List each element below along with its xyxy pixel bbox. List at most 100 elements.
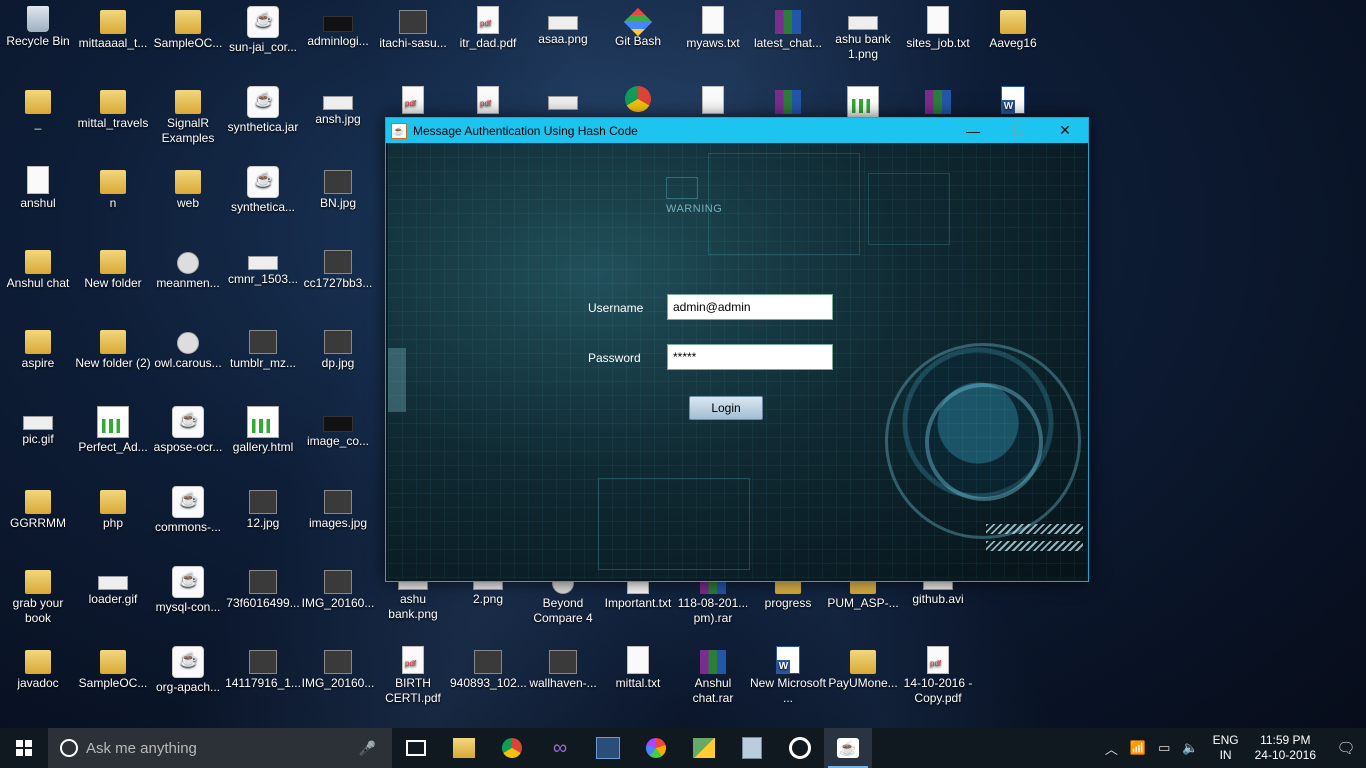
desktop-icon[interactable]: n (75, 166, 151, 211)
desktop-icon[interactable]: IMG_20160... (300, 566, 376, 611)
desktop-icon[interactable]: mittal.txt (600, 646, 676, 691)
microphone-icon[interactable]: 🎤 (359, 740, 376, 757)
maximize-button[interactable]: ☐ (996, 118, 1042, 143)
taskbar-file-explorer[interactable] (440, 728, 488, 768)
desktop-icon-label: 14-10-2016 - Copy.pdf (903, 676, 973, 705)
desktop-icon[interactable]: php (75, 486, 151, 531)
desktop-icon[interactable]: synthetica.jar (225, 86, 301, 135)
desktop-icon[interactable]: pic.gif (0, 406, 76, 447)
desktop-icon[interactable]: sites_job.txt (900, 6, 976, 51)
desktop-icon[interactable]: tumblr_mz... (225, 326, 301, 371)
desktop-icon[interactable]: owl.carous... (150, 326, 226, 371)
taskbar-ssms[interactable] (584, 728, 632, 768)
desktop-icon[interactable]: image_co... (300, 406, 376, 449)
desktop-icon[interactable]: itachi-sasu... (375, 6, 451, 51)
desktop-icon[interactable]: commons-... (150, 486, 226, 535)
desktop-icon[interactable]: 12.jpg (225, 486, 301, 531)
password-field[interactable] (667, 344, 833, 370)
desktop-icon[interactable]: javadoc (0, 646, 76, 691)
desktop-icon[interactable] (450, 86, 526, 116)
window-titlebar[interactable]: ☕ Message Authentication Using Hash Code… (386, 118, 1088, 143)
desktop-icon[interactable] (600, 86, 676, 114)
desktop-icon[interactable] (975, 86, 1051, 116)
desktop-icon[interactable]: meanmen... (150, 246, 226, 291)
desktop-icon[interactable]: ashu bank 1.png (825, 6, 901, 62)
battery-icon[interactable]: ▭ (1158, 740, 1170, 756)
desktop-icon[interactable]: SignalR Examples (150, 86, 226, 146)
desktop-icon[interactable]: 940893_102... (450, 646, 526, 691)
desktop-icon[interactable]: synthetica... (225, 166, 301, 215)
desktop-icon[interactable] (750, 86, 826, 116)
desktop-icon[interactable]: wallhaven-... (525, 646, 601, 691)
desktop-icon[interactable]: sun-jai_cor... (225, 6, 301, 55)
close-button[interactable]: ✕ (1042, 118, 1088, 143)
desktop-icon[interactable]: mittal_travels (75, 86, 151, 131)
taskbar-app[interactable] (680, 728, 728, 768)
desktop-icon[interactable]: web (150, 166, 226, 211)
desktop-icon[interactable]: Perfect_Ad... (75, 406, 151, 455)
desktop-icon[interactable]: adminlogi... (300, 6, 376, 49)
clock[interactable]: 11:59 PM 24-10-2016 (1255, 733, 1316, 763)
desktop-icon[interactable]: Anshul chat (0, 246, 76, 291)
desktop-icon[interactable]: cc1727bb3... (300, 246, 376, 291)
desktop-icon[interactable]: Git Bash (600, 6, 676, 49)
network-icon[interactable]: 📶 (1130, 740, 1146, 756)
rar-archive-icon (700, 650, 726, 674)
taskbar-picasa[interactable] (632, 728, 680, 768)
desktop-icon[interactable]: GGRRMM (0, 486, 76, 531)
desktop-icon[interactable]: grab your book (0, 566, 76, 626)
taskbar-java-app[interactable]: ☕ (824, 728, 872, 768)
java-jar-icon (172, 486, 204, 518)
username-field[interactable] (667, 294, 833, 320)
start-button[interactable] (0, 728, 48, 768)
desktop-icon[interactable]: latest_chat... (750, 6, 826, 51)
desktop-icon[interactable]: BIRTH CERTI.pdf (375, 646, 451, 706)
desktop-icon[interactable]: SampleOC... (150, 6, 226, 51)
desktop-icon[interactable] (525, 86, 601, 112)
taskbar-chrome[interactable] (488, 728, 536, 768)
desktop-icon[interactable]: PayUMone... (825, 646, 901, 691)
desktop-icon[interactable]: aspose-ocr... (150, 406, 226, 455)
desktop-icon[interactable]: anshul (0, 166, 76, 211)
desktop-icon[interactable]: cmnr_1503... (225, 246, 301, 287)
desktop-icon[interactable]: Aaveg16 (975, 6, 1051, 51)
action-center-icon[interactable]: 🗨 (1326, 739, 1366, 757)
desktop-icon[interactable]: 73f6016499... (225, 566, 301, 611)
desktop-icon[interactable]: mysql-con... (150, 566, 226, 615)
desktop-icon[interactable]: mittaaaal_t... (75, 6, 151, 51)
desktop-icon[interactable]: New Microsoft ... (750, 646, 826, 706)
desktop-icon[interactable]: aspire (0, 326, 76, 371)
cortana-search-box[interactable]: Ask me anything 🎤 (48, 728, 392, 768)
desktop-icon[interactable]: asaa.png (525, 6, 601, 47)
desktop-icon[interactable]: org-apach... (150, 646, 226, 695)
desktop-icon[interactable]: Anshul chat.rar (675, 646, 751, 706)
show-hidden-icons-chevron-icon[interactable]: ︿ (1105, 739, 1118, 758)
desktop-icon[interactable]: BN.jpg (300, 166, 376, 211)
minimize-button[interactable]: — (950, 118, 996, 143)
desktop-icon[interactable]: _ (0, 86, 76, 131)
desktop-icon[interactable]: Recycle Bin (0, 6, 76, 49)
desktop-icon[interactable]: 14117916_1... (225, 646, 301, 691)
desktop-icon[interactable]: myaws.txt (675, 6, 751, 51)
taskbar-visual-studio[interactable]: ∞ (536, 728, 584, 768)
volume-icon[interactable]: 🔈 (1182, 740, 1198, 756)
login-button[interactable]: Login (689, 396, 763, 420)
desktop-icon[interactable]: IMG_20160... (300, 646, 376, 691)
desktop-icon[interactable]: images.jpg (300, 486, 376, 531)
desktop-icon[interactable]: ansh.jpg (300, 86, 376, 127)
desktop-icon[interactable]: gallery.html (225, 406, 301, 455)
desktop-icon[interactable] (900, 86, 976, 116)
desktop-icon[interactable] (675, 86, 751, 116)
desktop-icon[interactable]: itr_dad.pdf (450, 6, 526, 51)
taskbar-virtualbox[interactable] (728, 728, 776, 768)
desktop-icon[interactable]: New folder (75, 246, 151, 291)
task-view-button[interactable] (392, 728, 440, 768)
language-indicator[interactable]: ENG IN (1213, 733, 1239, 763)
desktop-icon[interactable] (825, 86, 901, 120)
desktop-icon[interactable]: 14-10-2016 - Copy.pdf (900, 646, 976, 706)
desktop-icon[interactable]: loader.gif (75, 566, 151, 607)
desktop-icon[interactable]: New folder (2) (75, 326, 151, 371)
desktop-icon[interactable]: SampleOC... (75, 646, 151, 691)
taskbar-app-circle[interactable] (776, 728, 824, 768)
desktop-icon[interactable]: dp.jpg (300, 326, 376, 371)
